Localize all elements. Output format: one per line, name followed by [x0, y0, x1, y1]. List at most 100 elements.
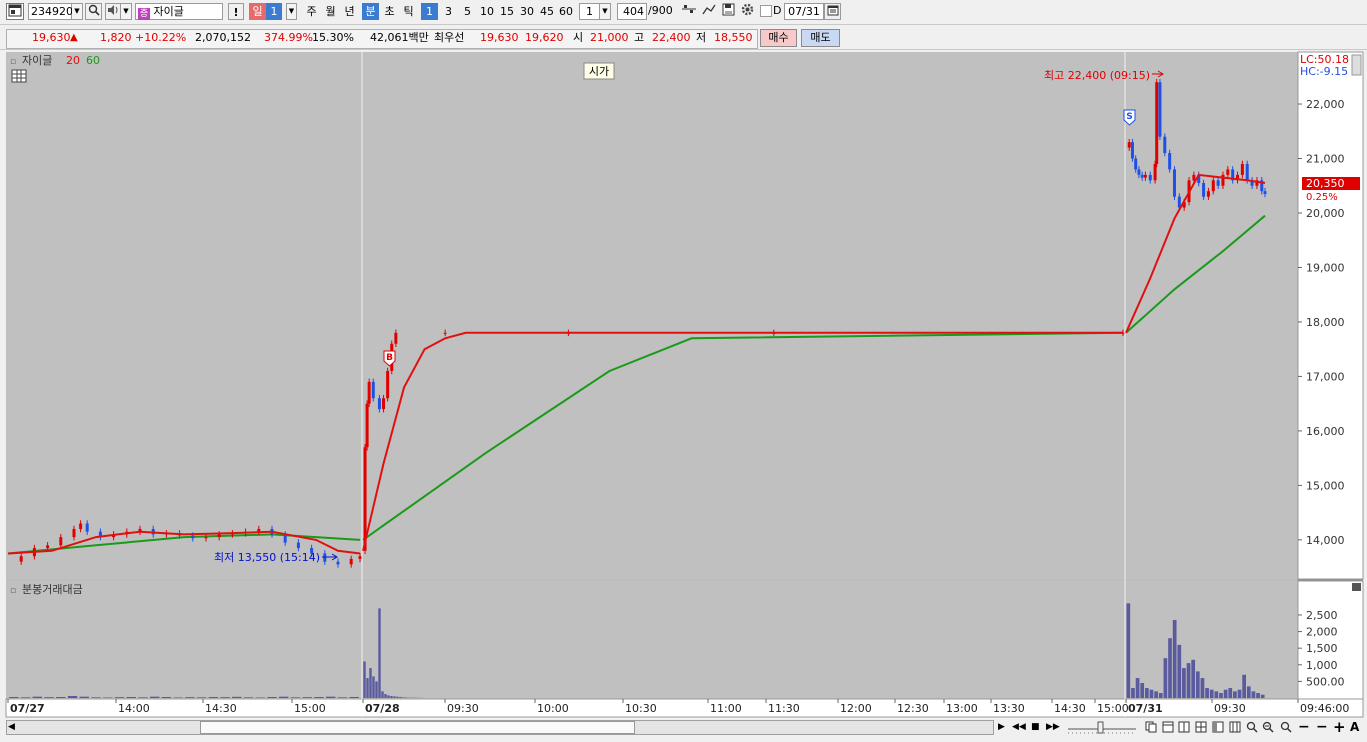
period-week-button[interactable]: 주	[303, 3, 320, 20]
candle-down	[296, 542, 300, 549]
volume-bar	[1246, 686, 1251, 698]
stock-code-input[interactable]: 234920	[28, 3, 73, 20]
speaker-dropdown[interactable]: ▼	[121, 3, 132, 20]
d-checkbox[interactable]	[760, 5, 772, 17]
period-month-button[interactable]: 월	[322, 3, 339, 20]
alert-button[interactable]: !	[228, 3, 244, 20]
scroll-thumb[interactable]	[200, 721, 635, 734]
crosshair-icon[interactable]	[680, 3, 698, 20]
sell-button[interactable]: 매도	[801, 29, 840, 47]
volume-bar	[302, 697, 312, 698]
collapse-icon[interactable]: ▫	[10, 57, 16, 67]
table-icon[interactable]	[11, 69, 27, 83]
period-second-button[interactable]: 초	[381, 3, 398, 20]
period-day-dropdown[interactable]: ▼	[286, 3, 297, 20]
period-minute-button[interactable]: 분	[362, 3, 379, 20]
chart-scrollbar[interactable]: ◀ ▶ ◀◀ ■ ▶▶ − − + A	[0, 718, 1367, 742]
stock-code-dropdown[interactable]: ▼	[72, 3, 83, 20]
stop-icon[interactable]: ■	[1031, 721, 1043, 734]
interval-custom-dropdown[interactable]: ▼	[600, 3, 611, 20]
split-icon[interactable]	[1178, 721, 1190, 734]
volume-bar	[126, 697, 136, 698]
calendar-icon[interactable]	[824, 3, 841, 20]
candle-down	[1130, 142, 1134, 159]
interval-5-button[interactable]: 5	[459, 3, 476, 20]
volume-bar	[67, 696, 78, 698]
current-price-label: 20,350	[1306, 177, 1345, 190]
candle-up	[72, 528, 76, 538]
plus-icon[interactable]: +	[1333, 718, 1346, 736]
zoom-out-magnifier-icon[interactable]	[1246, 721, 1258, 734]
interval-45-button[interactable]: 45	[537, 3, 557, 20]
grid-icon[interactable]	[1229, 721, 1241, 734]
volume-bar	[149, 696, 160, 698]
interval-15-button[interactable]: 15	[497, 3, 517, 20]
zoom-out-icon[interactable]: −	[1298, 719, 1310, 735]
period-year-button[interactable]: 년	[341, 3, 358, 20]
fast-forward-icon[interactable]: ▶▶	[1046, 721, 1060, 734]
price-change: 1,820	[100, 31, 132, 44]
volume-tick-label: 2,500	[1306, 609, 1338, 622]
volume-panel-bg	[6, 581, 1298, 699]
price-tick-label: 15,000	[1306, 479, 1345, 492]
volume-bar	[337, 697, 348, 698]
play-icon[interactable]: ▶	[998, 721, 1010, 734]
trendline-icon[interactable]	[700, 3, 718, 20]
price-tick-label: 17,000	[1306, 370, 1345, 383]
best-ask: 19,630	[480, 31, 519, 44]
bar-count-input[interactable]: 404	[617, 3, 647, 20]
zoom-in-magnifier-icon[interactable]	[1262, 721, 1274, 734]
low-note: 최저 13,550 (15:14)	[214, 551, 320, 564]
interval-10-button[interactable]: 10	[477, 3, 497, 20]
rewind-icon[interactable]: ◀◀	[1012, 721, 1026, 734]
candle-up	[358, 556, 362, 559]
volume-bar	[384, 694, 387, 698]
high-note: 최고 22,400 (09:15)	[1044, 69, 1150, 82]
minus-icon[interactable]: −	[1316, 719, 1328, 735]
price-change-pct: +10.22%	[135, 31, 187, 44]
buy-button[interactable]: 매수	[760, 29, 797, 47]
candle-down	[191, 535, 195, 539]
speaker-icon[interactable]	[105, 3, 121, 20]
date-input[interactable]: 07/31	[784, 3, 824, 20]
search-icon[interactable]	[85, 3, 102, 20]
volume-collapse-icon[interactable]: ▫	[10, 586, 16, 596]
chart-canvas[interactable]: 22,000 21,000 20,000 19,000 18,000 17,000 16,0…	[0, 50, 1367, 718]
candle-up	[1153, 163, 1157, 181]
chart-area[interactable]: 22,000 21,000 20,000 19,000 18,000 17,000 16,0…	[0, 50, 1367, 718]
candle-down	[377, 398, 381, 410]
stock-name: 자이글	[153, 5, 184, 18]
font-size-icon[interactable]: A	[1350, 720, 1359, 734]
interval-custom-input[interactable]: 1	[579, 3, 600, 20]
layout-icon[interactable]	[1195, 721, 1207, 734]
interval-1-button[interactable]: 1	[421, 3, 438, 20]
candle-down	[1172, 169, 1176, 197]
volume-bar	[1163, 658, 1168, 698]
price-tick-label: 22,000	[1306, 98, 1345, 111]
interval-60-button[interactable]: 60	[556, 3, 576, 20]
period-day-number[interactable]: 1	[266, 3, 282, 20]
volume-bar	[390, 696, 393, 698]
volume-bar	[279, 696, 289, 698]
speed-slider[interactable]	[1066, 720, 1138, 736]
window-list-icon[interactable]	[1162, 721, 1174, 734]
stock-name-field[interactable]: 증 자이글	[135, 3, 223, 20]
gear-icon[interactable]	[739, 3, 756, 20]
low-label: 저	[696, 31, 707, 44]
period-day-button[interactable]: 일	[249, 3, 266, 20]
period-tick-button[interactable]: 틱	[400, 3, 417, 20]
interval-3-button[interactable]: 3	[440, 3, 457, 20]
candle-down	[1137, 169, 1141, 175]
interval-30-button[interactable]: 30	[517, 3, 537, 20]
copy-icon[interactable]	[1145, 721, 1157, 734]
candle-up	[79, 523, 83, 529]
window-icon[interactable]	[6, 3, 24, 20]
candle-up	[204, 537, 208, 539]
candle-down	[1202, 183, 1206, 197]
save-icon[interactable]	[720, 3, 737, 20]
search-chart-icon[interactable]	[1280, 721, 1292, 734]
panel-icon[interactable]	[1212, 721, 1224, 734]
scroll-left-icon[interactable]: ◀	[8, 722, 15, 732]
volume-panel-close-icon[interactable]	[1352, 583, 1361, 591]
axis-scroll-icon[interactable]	[1351, 54, 1362, 76]
